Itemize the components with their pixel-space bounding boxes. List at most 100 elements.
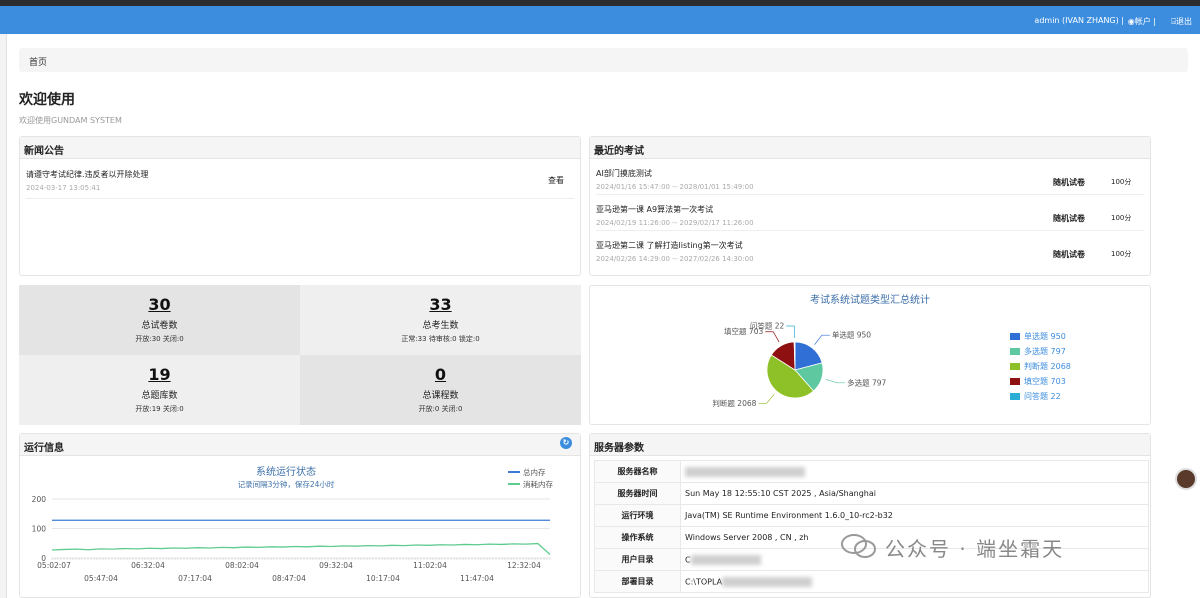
run-info-title: 运行信息 ↻: [20, 434, 580, 456]
legend-label[interactable]: 消耗内存: [523, 479, 553, 489]
current-user[interactable]: admin (IVAN ZHANG) |: [1034, 16, 1124, 25]
view-button[interactable]: 查看: [548, 175, 564, 186]
pie-label: 多选题 797: [847, 377, 886, 387]
stat-number[interactable]: 19: [19, 365, 300, 384]
pie-label-line: [825, 378, 846, 384]
server-value: Sun May 18 12:55:10 CST 2025 , Asia/Shan…: [680, 482, 1149, 505]
legend-item[interactable]: 单选题 950: [1010, 331, 1066, 342]
stat-number[interactable]: 33: [300, 295, 581, 314]
refresh-icon[interactable]: ↻: [560, 437, 572, 449]
server-panel: 服务器参数 服务器名称 服务器时间 Sun May 18 12:55:10 CST…: [589, 433, 1151, 598]
legend-label: 判断题 2068: [1024, 362, 1071, 371]
legend-item[interactable]: 问答题 22: [1010, 391, 1061, 402]
server-value: [680, 460, 1149, 483]
stat-number[interactable]: 0: [300, 365, 581, 384]
watermark: 公众号 · 端坐霜天: [885, 533, 1064, 562]
table-row: 服务器名称: [594, 460, 1149, 483]
legend-swatch: [1010, 333, 1020, 340]
stats-grid: 30 总试卷数 开放:30 关闭:0 33 总考生数 正常:33 待审核:0 锁…: [19, 285, 581, 425]
question-type-chart-panel: 考试系统试题类型汇总统计 单选题 950 多选题 797 判断题 2068 填空题 7…: [589, 285, 1151, 425]
exam-score: 100分: [1111, 178, 1132, 186]
account-link[interactable]: ◉帐户 |: [1128, 16, 1156, 27]
x-tick-label: 08:47:04: [272, 574, 306, 583]
legend-swatch: [1010, 393, 1020, 400]
news-panel-title: 新闻公告: [20, 137, 580, 159]
pie-label: 判断题 2068: [712, 398, 756, 408]
stat-papers: 30 总试卷数 开放:30 关闭:0: [19, 285, 300, 355]
server-table: 服务器名称 服务器时间 Sun May 18 12:55:10 CST 2025 …: [594, 460, 1149, 593]
news-title[interactable]: 请遵守考试纪律.违反者以开除处理: [26, 169, 149, 180]
logout-label: 退出: [1176, 17, 1192, 26]
x-tick-label: 09:32:04: [319, 561, 353, 570]
server-key: 服务器时间: [594, 482, 681, 505]
legend-label: 问答题 22: [1024, 392, 1061, 401]
watermark-text: 公众号 · 端坐霜天: [885, 537, 1065, 561]
list-item: 请遵守考试纪律.违反者以开除处理 2024-03-17 13:05:41 查看: [26, 159, 574, 199]
page-title: 欢迎使用: [19, 92, 75, 108]
avatar[interactable]: [1175, 468, 1197, 490]
legend-item[interactable]: 判断题 2068: [1010, 361, 1071, 372]
stat-sub: 正常:33 待审核:0 锁定:0: [401, 335, 480, 343]
server-key: 部署目录: [594, 570, 681, 593]
exam-type: 随机试卷: [1053, 178, 1085, 187]
wechat-icon: [841, 534, 876, 558]
redacted-value: [690, 554, 761, 565]
list-item[interactable]: AI部门摸底测试 2024/01/16 15:47:00 -- 2028/01/…: [596, 159, 1144, 195]
stat-label: 总试卷数: [141, 321, 178, 331]
account-label: 帐户: [1134, 17, 1151, 26]
stat-banks: 19 总题库数 开放:19 关闭:0: [19, 355, 300, 425]
x-tick-label: 11:47:04: [460, 574, 494, 583]
pie-label-line: [765, 331, 780, 343]
exam-score: 100分: [1111, 214, 1132, 222]
stat-number[interactable]: 30: [19, 295, 300, 314]
y-tick-label: 200: [32, 495, 47, 504]
exam-name[interactable]: 亚马逊第二课 了解打造listing第一次考试: [596, 240, 743, 251]
breadcrumb-home[interactable]: 首页: [29, 58, 47, 68]
redacted-value: [722, 576, 813, 587]
exam-time: 2024/02/26 14:29:00 -- 2027/02/26 14:30:…: [596, 255, 754, 263]
news-date: 2024-03-17 13:05:41: [26, 184, 101, 192]
logout-link[interactable]: ⍈退出: [1171, 16, 1192, 27]
breadcrumb: 首页: [19, 48, 1188, 72]
run-info-panel: 运行信息 ↻ 系统运行状态 记录间隔3分钟，保存24小时 200 100 0 05:0…: [19, 433, 581, 598]
table-row: 运行环境 Java(TM) SE Runtime Environment 1.6.…: [594, 504, 1149, 527]
legend-item[interactable]: 多选题 797: [1010, 346, 1066, 357]
pie-label-line: [758, 394, 775, 404]
server-key: 服务器名称: [594, 460, 681, 483]
redacted-value: [685, 466, 805, 477]
exams-panel: 最近的考试 AI部门摸底测试 2024/01/16 15:47:00 -- 20…: [589, 136, 1151, 276]
exam-name[interactable]: 亚马逊第一课 A9算法第一次考试: [596, 204, 713, 215]
legend-label: 多选题 797: [1024, 347, 1066, 356]
list-item[interactable]: 亚马逊第二课 了解打造listing第一次考试 2024/02/26 14:29…: [596, 231, 1144, 267]
line-subtitle: 记录间隔3分钟，保存24小时: [238, 479, 335, 489]
page-subtitle: 欢迎使用GUNDAM SYSTEM: [19, 116, 122, 125]
list-item[interactable]: 亚马逊第一课 A9算法第一次考试 2024/02/19 11:26:00 -- …: [596, 195, 1144, 231]
legend-label[interactable]: 总内存: [523, 467, 546, 477]
stat-courses: 0 总课程数 开放:0 关闭:0: [300, 355, 581, 425]
pie-title: 考试系统试题类型汇总统计: [810, 293, 930, 306]
news-panel: 新闻公告 请遵守考试纪律.违反者以开除处理 2024-03-17 13:05:4…: [19, 136, 581, 276]
y-tick-label: 100: [32, 525, 47, 534]
stat-students: 33 总考生数 正常:33 待审核:0 锁定:0: [300, 285, 581, 355]
x-tick-label: 08:02:04: [225, 561, 259, 570]
server-value: Java(TM) SE Runtime Environment 1.6.0_10…: [680, 504, 1149, 527]
exams-panel-title: 最近的考试: [590, 137, 1150, 159]
legend-item[interactable]: 填空题 703: [1010, 376, 1066, 387]
legend-label: 单选题 950: [1024, 332, 1066, 341]
pie-label: 单选题 950: [832, 330, 871, 340]
server-panel-title: 服务器参数: [590, 434, 1150, 456]
pie-label: 问答题 22: [750, 321, 785, 331]
stat-sub: 开放:0 关闭:0: [418, 405, 463, 413]
exam-name[interactable]: AI部门摸底测试: [596, 168, 652, 179]
exam-type: 随机试卷: [1053, 250, 1085, 259]
exam-time: 2024/02/19 11:26:00 -- 2029/02/17 11:26:…: [596, 219, 754, 227]
legend-swatch: [1010, 378, 1020, 385]
x-tick-label: 05:47:04: [84, 574, 118, 583]
exam-type: 随机试卷: [1053, 214, 1085, 223]
exam-time: 2024/01/16 15:47:00 -- 2028/01/01 15:49:…: [596, 183, 754, 191]
x-tick-label: 12:32:04: [507, 561, 541, 570]
server-key: 操作系统: [594, 526, 681, 549]
table-row: 服务器时间 Sun May 18 12:55:10 CST 2025 , Asia…: [594, 482, 1149, 505]
x-tick-label: 05:02:07: [37, 561, 71, 570]
account-icon: ◉: [1127, 17, 1135, 26]
